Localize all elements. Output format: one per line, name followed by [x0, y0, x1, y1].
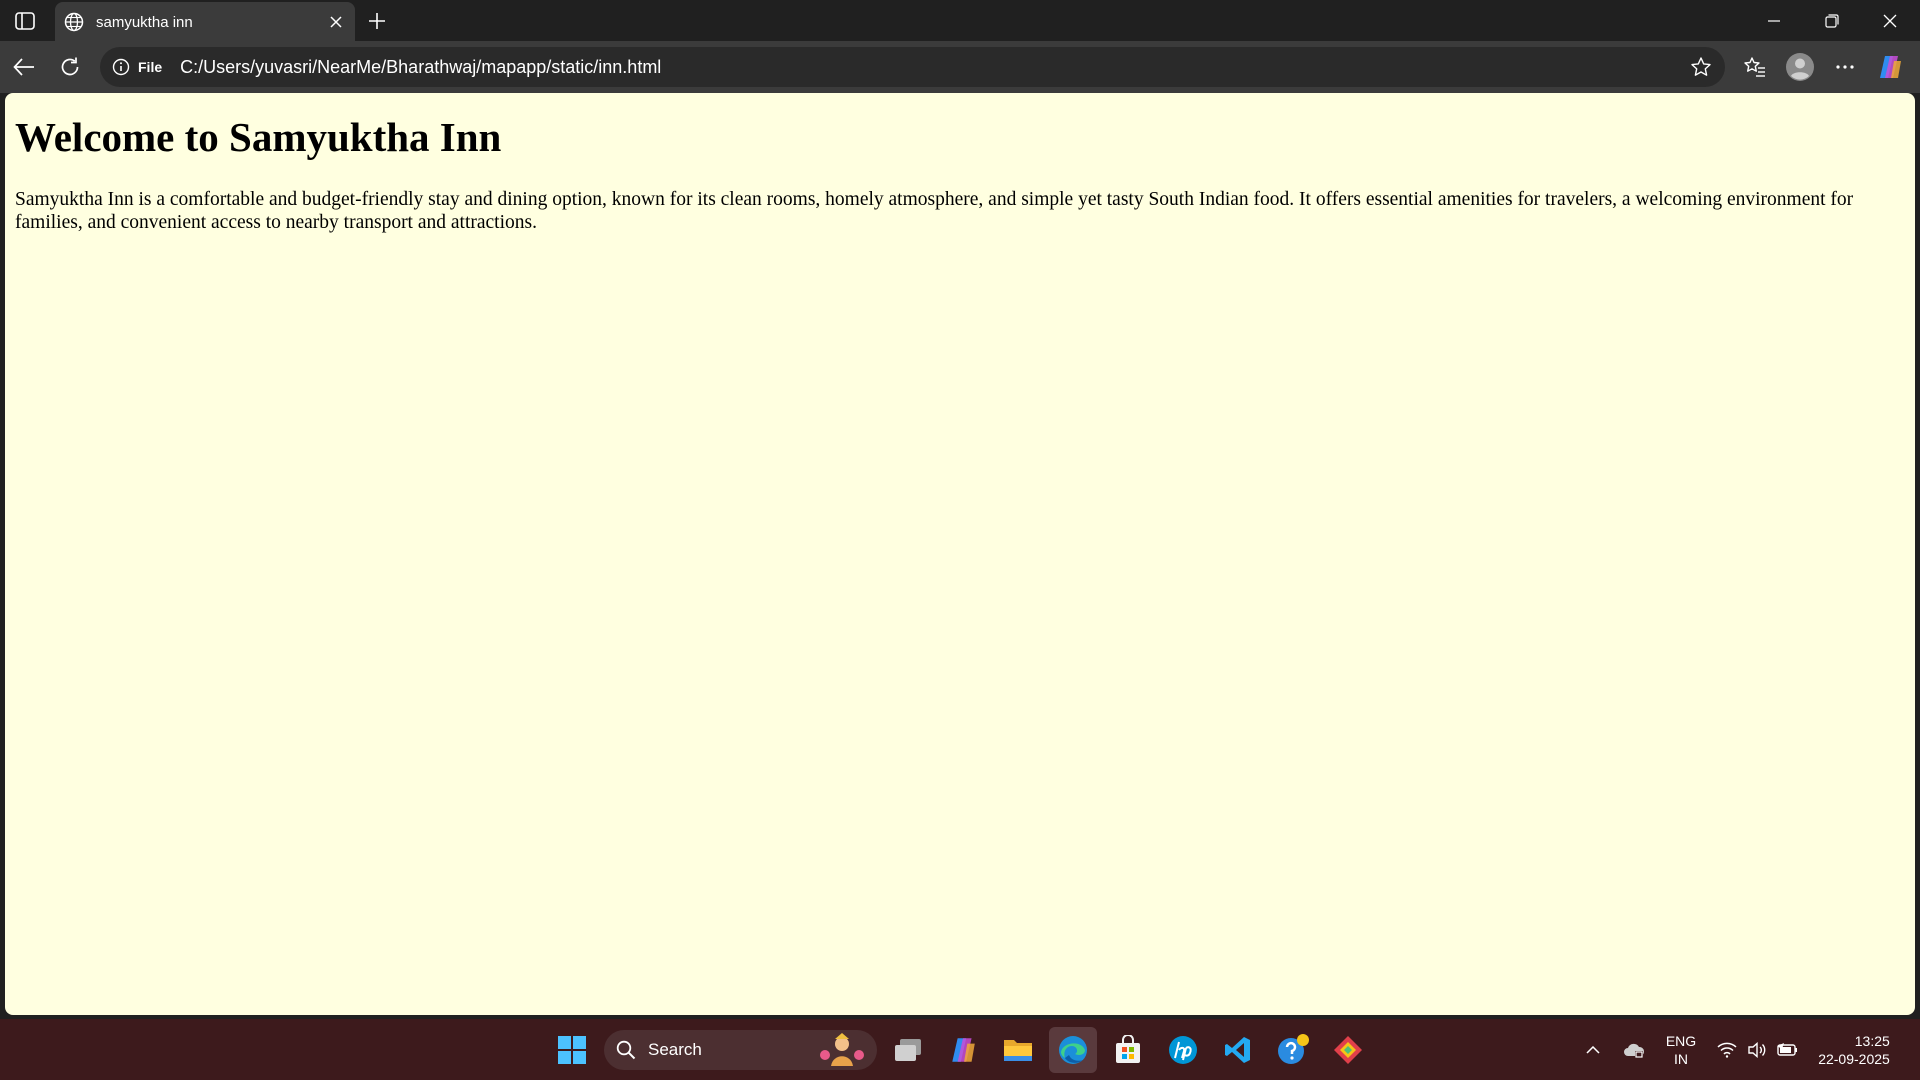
search-label: Search [648, 1040, 702, 1059]
tab-title: samyuktha inn [96, 13, 193, 31]
start-icon[interactable] [548, 1027, 596, 1073]
copilot-taskbar-icon[interactable] [939, 1027, 987, 1073]
browser-toolbar: File C:/Users/yuvasri/NearMe/Bharathwaj/… [0, 41, 1920, 93]
page-title: Welcome to Samyuktha Inn [15, 114, 502, 160]
cloud-icon[interactable] [1617, 1027, 1651, 1073]
chevron-up-icon[interactable] [1580, 1027, 1606, 1073]
region-code: IN [1674, 1051, 1688, 1067]
address-bar[interactable]: File C:/Users/yuvasri/NearMe/Bharathwaj/… [100, 47, 1725, 87]
info-icon[interactable] [112, 58, 130, 76]
minimize-button[interactable] [1745, 0, 1803, 41]
profile-avatar-icon[interactable] [1781, 49, 1819, 85]
windows-taskbar: Search ENG IN 13:25 22-09-2025 [0, 1019, 1920, 1080]
task-view-icon[interactable] [884, 1027, 932, 1073]
browser-titlebar: samyuktha inn [0, 0, 1920, 42]
new-tab-button[interactable] [362, 6, 392, 36]
volume-icon[interactable] [1744, 1027, 1770, 1073]
restore-button[interactable] [1803, 0, 1861, 41]
battery-icon[interactable] [1774, 1027, 1800, 1073]
vscode-icon[interactable] [1214, 1027, 1262, 1073]
hp-icon[interactable] [1159, 1027, 1207, 1073]
more-options-icon[interactable] [1826, 49, 1864, 85]
store-icon[interactable] [1104, 1027, 1152, 1073]
favorites-icon[interactable] [1736, 49, 1774, 85]
taskbar-search[interactable]: Search [604, 1030, 877, 1070]
language-code: ENG [1665, 1032, 1697, 1049]
wifi-icon[interactable] [1714, 1027, 1740, 1073]
language-indicator[interactable]: ENG IN [1660, 1027, 1702, 1073]
clock-date: 22-09-2025 [1818, 1051, 1890, 1067]
help-icon[interactable] [1269, 1027, 1317, 1073]
close-tab-icon[interactable] [323, 9, 349, 35]
back-arrow-icon[interactable] [6, 49, 42, 85]
search-highlight-icon [817, 1033, 867, 1067]
file-explorer-icon[interactable] [994, 1027, 1042, 1073]
tab-active[interactable]: samyuktha inn [55, 2, 355, 42]
clock-time: 13:25 [1854, 1032, 1890, 1049]
favorite-star-icon[interactable] [1685, 51, 1717, 83]
edge-browser-icon[interactable] [1049, 1027, 1097, 1073]
search-icon [616, 1040, 636, 1060]
globe-icon [64, 12, 84, 32]
snipping-tool-icon[interactable] [1324, 1027, 1372, 1073]
copilot-icon[interactable] [1871, 49, 1909, 85]
address-scheme-label: File [138, 59, 163, 75]
tab-actions-icon[interactable] [10, 8, 40, 34]
page-description: Samyuktha Inn is a comfortable and budge… [15, 189, 1854, 234]
close-window-button[interactable] [1861, 0, 1919, 41]
address-url[interactable]: C:/Users/yuvasri/NearMe/Bharathwaj/mapap… [180, 57, 1685, 78]
refresh-icon[interactable] [52, 49, 88, 85]
page-viewport: Welcome to Samyuktha Inn Samyuktha Inn i… [5, 93, 1915, 1015]
system-clock[interactable]: 13:25 22-09-2025 [1812, 1027, 1896, 1073]
